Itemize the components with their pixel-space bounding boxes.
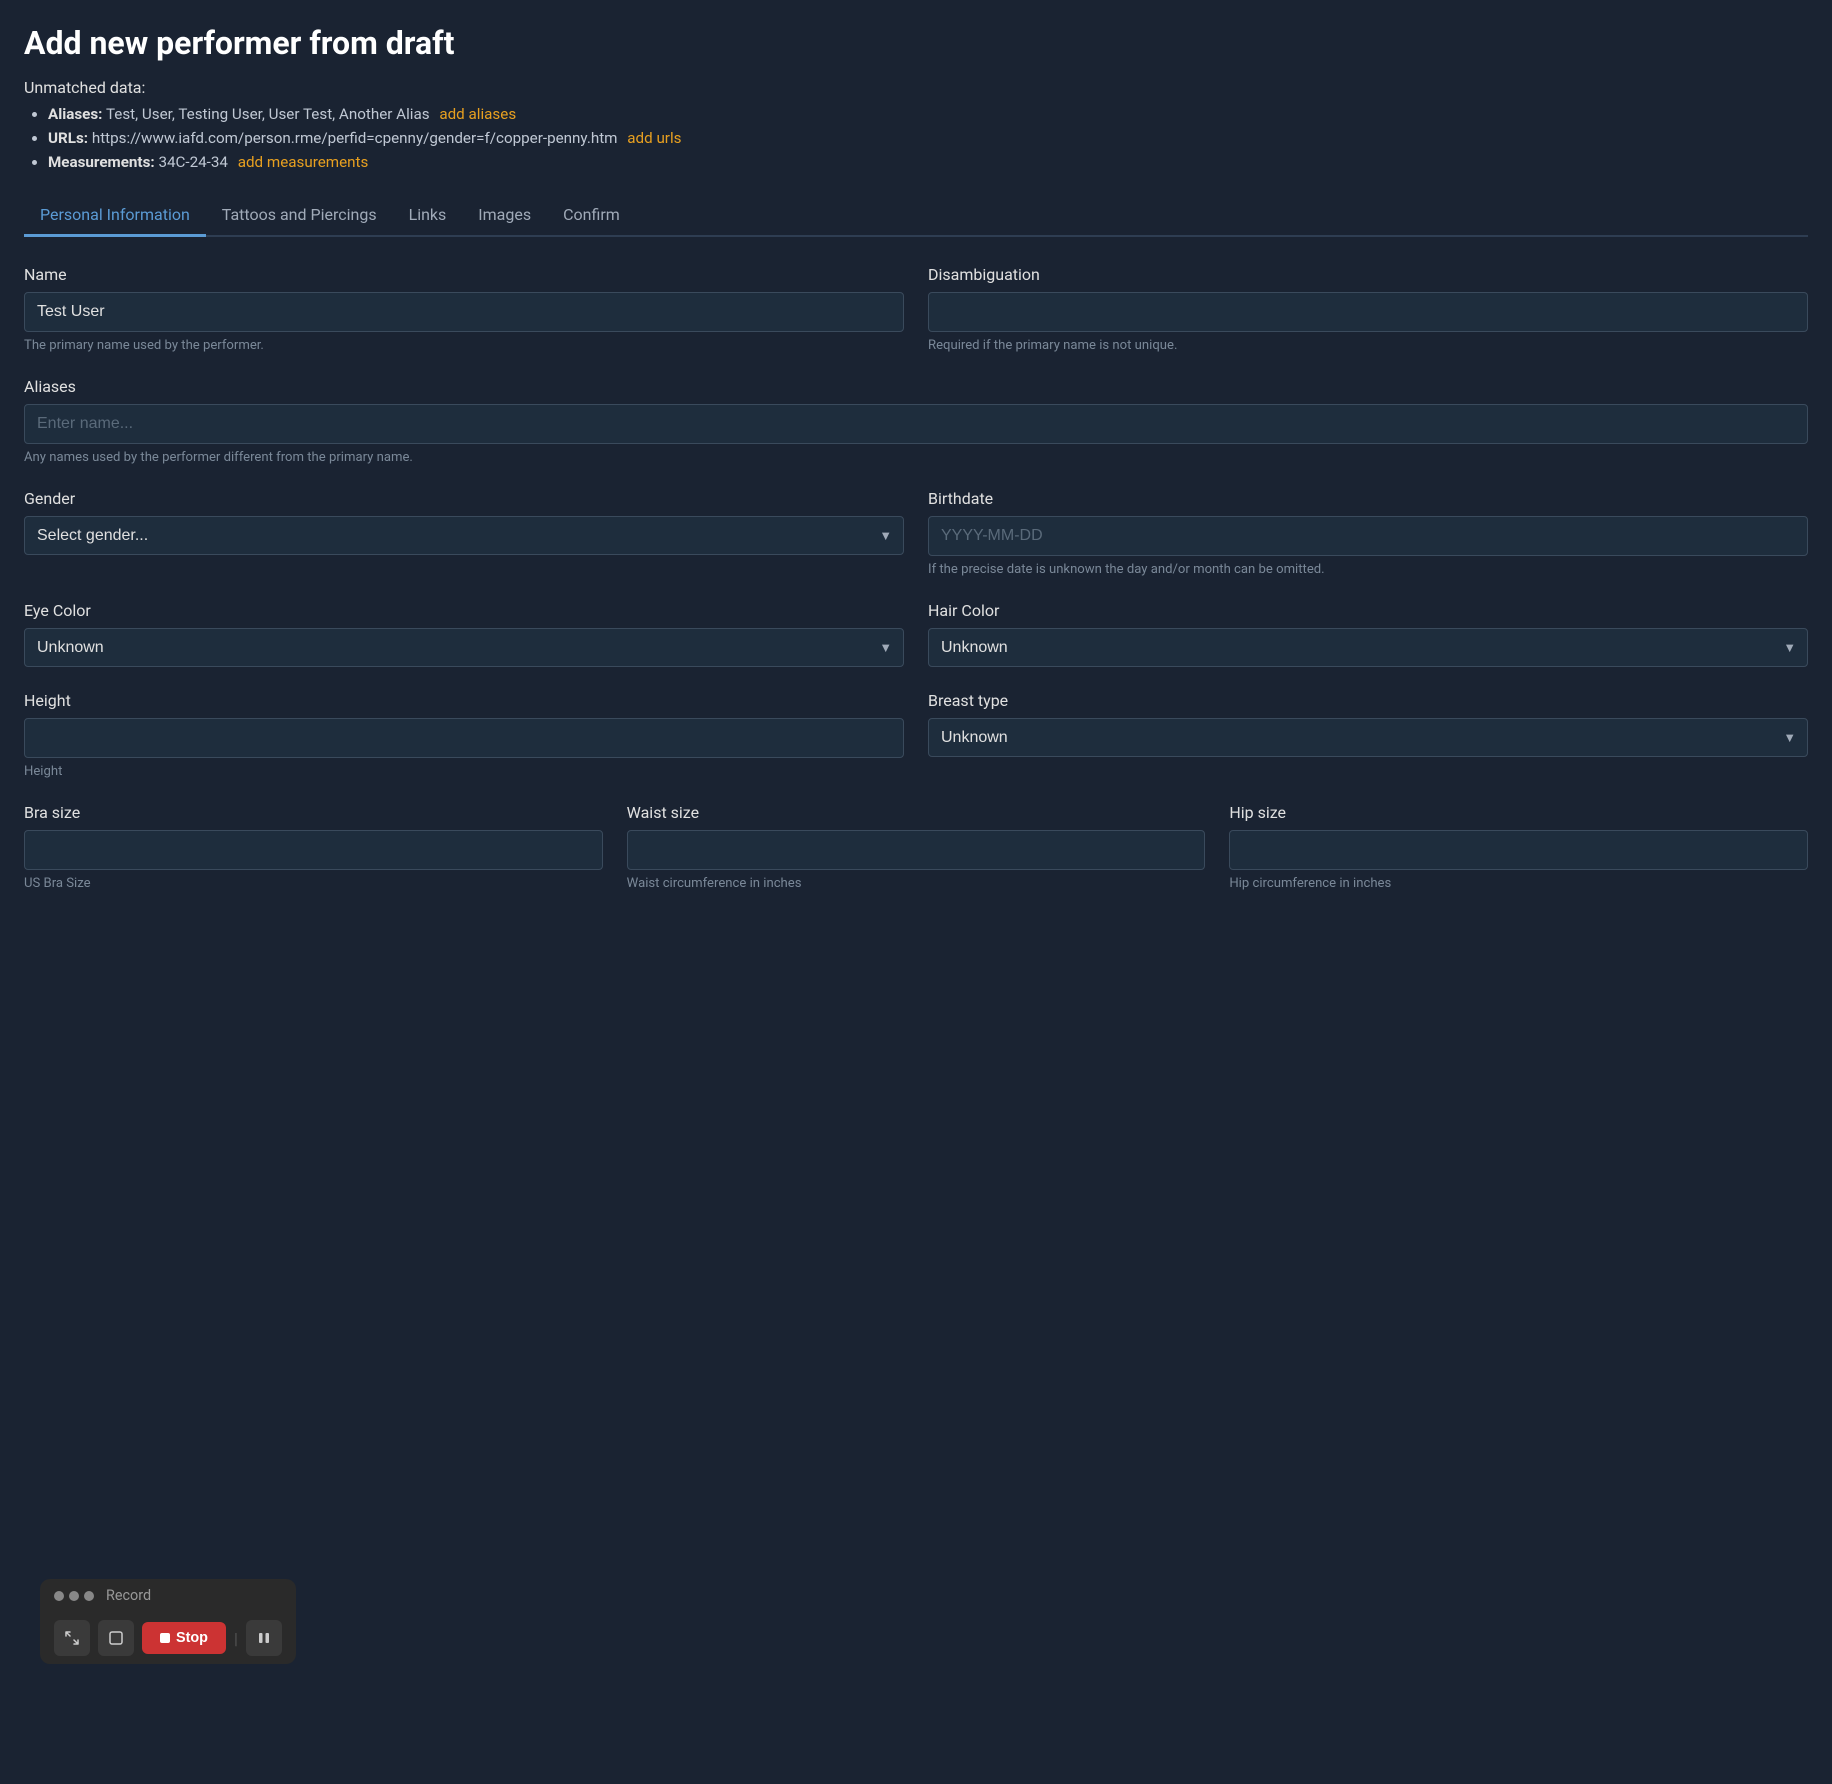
eye-color-label: Eye Color	[24, 601, 904, 620]
waist-size-input[interactable]	[627, 830, 1206, 870]
personal-information-form: Name The primary name used by the perfor…	[24, 265, 1808, 891]
page-title: Add new performer from draft	[24, 24, 1808, 62]
add-aliases-link[interactable]: add aliases	[439, 105, 516, 123]
name-input[interactable]	[24, 292, 904, 332]
aliases-hint: Any names used by the performer differen…	[24, 450, 1808, 465]
tab-tattoos-piercings[interactable]: Tattoos and Piercings	[206, 195, 393, 237]
height-group: Height Height	[24, 691, 904, 779]
disambiguation-group: Disambiguation Required if the primary n…	[928, 265, 1808, 353]
stop-label: Stop	[176, 1630, 208, 1646]
hair-color-select[interactable]: Unknown Black Brown Blonde Red Auburn	[928, 628, 1808, 667]
waist-size-label: Waist size	[627, 803, 1206, 822]
unmatched-item-aliases: Aliases: Test, User, Testing User, User …	[48, 105, 1808, 123]
birthdate-group: Birthdate If the precise date is unknown…	[928, 489, 1808, 577]
gender-group: Gender Select gender... Male Female Tran…	[24, 489, 904, 577]
breast-type-select[interactable]: Unknown Natural Fake N/A	[928, 718, 1808, 757]
hip-size-label: Hip size	[1229, 803, 1808, 822]
birthdate-input[interactable]	[928, 516, 1808, 556]
breast-type-select-wrapper: Unknown Natural Fake N/A ▼	[928, 718, 1808, 757]
gender-select[interactable]: Select gender... Male Female Transgender…	[24, 516, 904, 555]
unmatched-list: Aliases: Test, User, Testing User, User …	[24, 105, 1808, 171]
stop-button[interactable]: Stop	[142, 1622, 226, 1654]
recording-controls: Stop |	[40, 1612, 296, 1664]
height-hint: Height	[24, 764, 904, 779]
bra-size-group: Bra size US Bra Size	[24, 803, 603, 891]
aliases-value: Test, User, Testing User, User Test, Ano…	[106, 105, 430, 123]
unmatched-section: Unmatched data: Aliases: Test, User, Tes…	[24, 78, 1808, 171]
unmatched-title: Unmatched data:	[24, 78, 1808, 97]
aliases-label: Aliases	[24, 377, 1808, 396]
divider: |	[234, 1629, 238, 1648]
name-group: Name The primary name used by the perfor…	[24, 265, 904, 353]
tab-confirm[interactable]: Confirm	[547, 195, 636, 237]
hip-size-group: Hip size Hip circumference in inches	[1229, 803, 1808, 891]
aliases-key: Aliases:	[48, 105, 102, 123]
window-icon	[109, 1631, 123, 1645]
expand-icon	[65, 1631, 79, 1645]
name-label: Name	[24, 265, 904, 284]
urls-value: https://www.iafd.com/person.rme/perfid=c…	[92, 129, 618, 147]
breast-type-group: Breast type Unknown Natural Fake N/A ▼	[928, 691, 1808, 779]
add-urls-link[interactable]: add urls	[627, 129, 681, 147]
name-hint: The primary name used by the performer.	[24, 338, 904, 353]
gender-label: Gender	[24, 489, 904, 508]
recording-widget: Record Stop |	[40, 1579, 296, 1664]
birthdate-label: Birthdate	[928, 489, 1808, 508]
hair-color-select-wrapper: Unknown Black Brown Blonde Red Auburn ▼	[928, 628, 1808, 667]
dot-2	[69, 1591, 79, 1601]
recording-top-bar: Record	[40, 1579, 296, 1612]
add-measurements-link[interactable]: add measurements	[238, 153, 369, 171]
hip-size-input[interactable]	[1229, 830, 1808, 870]
pause-button[interactable]	[246, 1620, 282, 1656]
waist-size-group: Waist size Waist circumference in inches	[627, 803, 1206, 891]
hair-color-group: Hair Color Unknown Black Brown Blonde Re…	[928, 601, 1808, 667]
tab-bar: Personal Information Tattoos and Piercin…	[24, 195, 1808, 237]
bra-size-label: Bra size	[24, 803, 603, 822]
tab-images[interactable]: Images	[462, 195, 547, 237]
measurements-key: Measurements:	[48, 153, 155, 171]
aliases-group: Aliases Any names used by the performer …	[24, 377, 1808, 465]
bra-size-hint: US Bra Size	[24, 876, 603, 891]
eye-color-select-wrapper: Unknown Blue Brown Green Gray Hazel ▼	[24, 628, 904, 667]
tab-personal-information[interactable]: Personal Information	[24, 195, 206, 237]
bra-size-input[interactable]	[24, 830, 603, 870]
height-label: Height	[24, 691, 904, 710]
birthdate-hint: If the precise date is unknown the day a…	[928, 562, 1808, 577]
recording-label: Record	[106, 1587, 151, 1604]
eye-color-select[interactable]: Unknown Blue Brown Green Gray Hazel	[24, 628, 904, 667]
aliases-input[interactable]	[24, 404, 1808, 444]
disambiguation-label: Disambiguation	[928, 265, 1808, 284]
unmatched-item-measurements: Measurements: 34C-24-34 add measurements	[48, 153, 1808, 171]
recording-dots	[54, 1591, 94, 1601]
pause-icon	[257, 1631, 271, 1645]
hip-size-hint: Hip circumference in inches	[1229, 876, 1808, 891]
waist-size-hint: Waist circumference in inches	[627, 876, 1206, 891]
stop-icon	[160, 1633, 170, 1643]
measurements-value: 34C-24-34	[158, 153, 228, 171]
dot-1	[54, 1591, 64, 1601]
dot-3	[84, 1591, 94, 1601]
tab-links[interactable]: Links	[393, 195, 463, 237]
disambiguation-input[interactable]	[928, 292, 1808, 332]
urls-key: URLs:	[48, 129, 88, 147]
window-button[interactable]	[98, 1620, 134, 1656]
hair-color-label: Hair Color	[928, 601, 1808, 620]
breast-type-label: Breast type	[928, 691, 1808, 710]
unmatched-item-urls: URLs: https://www.iafd.com/person.rme/pe…	[48, 129, 1808, 147]
height-input[interactable]	[24, 718, 904, 758]
expand-button[interactable]	[54, 1620, 90, 1656]
eye-color-group: Eye Color Unknown Blue Brown Green Gray …	[24, 601, 904, 667]
disambiguation-hint: Required if the primary name is not uniq…	[928, 338, 1808, 353]
gender-select-wrapper: Select gender... Male Female Transgender…	[24, 516, 904, 555]
